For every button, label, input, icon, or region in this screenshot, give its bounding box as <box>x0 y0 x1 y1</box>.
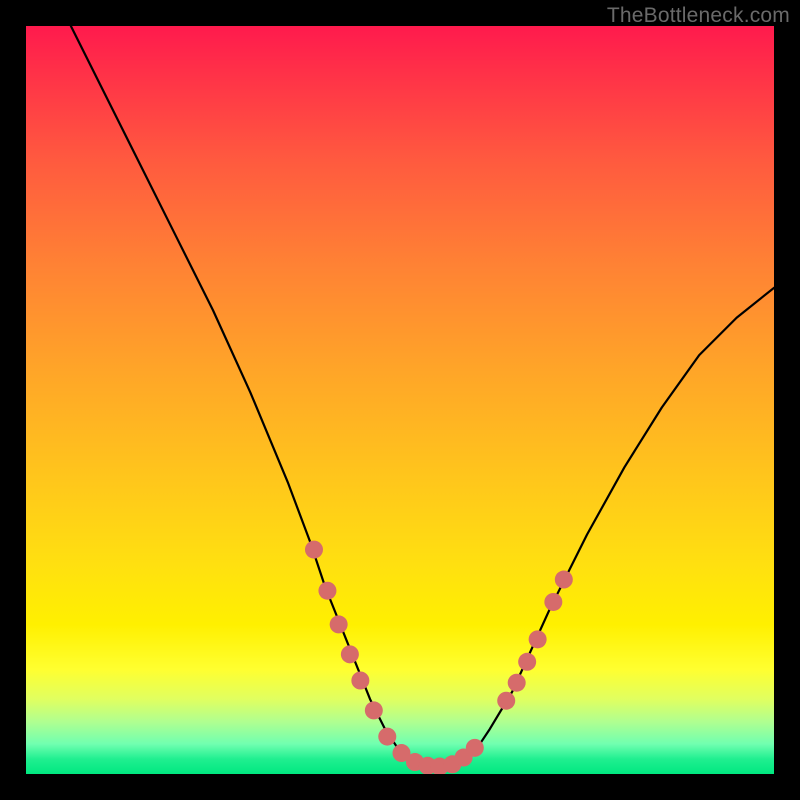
curve-marker <box>318 582 336 600</box>
watermark-text: TheBottleneck.com <box>607 4 790 28</box>
chart-svg <box>26 26 774 774</box>
curve-marker <box>466 739 484 757</box>
curve-marker <box>365 701 383 719</box>
chart-gradient-area <box>26 26 774 774</box>
curve-marker <box>351 672 369 690</box>
curve-marker <box>529 630 547 648</box>
curve-marker <box>330 615 348 633</box>
curve-marker <box>378 728 396 746</box>
curve-marker <box>305 541 323 559</box>
curve-line <box>71 26 774 767</box>
curve-marker <box>341 645 359 663</box>
curve-marker <box>544 593 562 611</box>
curve-marker <box>555 571 573 589</box>
curve-marker <box>518 653 536 671</box>
curve-marker <box>508 674 526 692</box>
curve-marker <box>497 692 515 710</box>
curve-markers <box>305 541 573 774</box>
